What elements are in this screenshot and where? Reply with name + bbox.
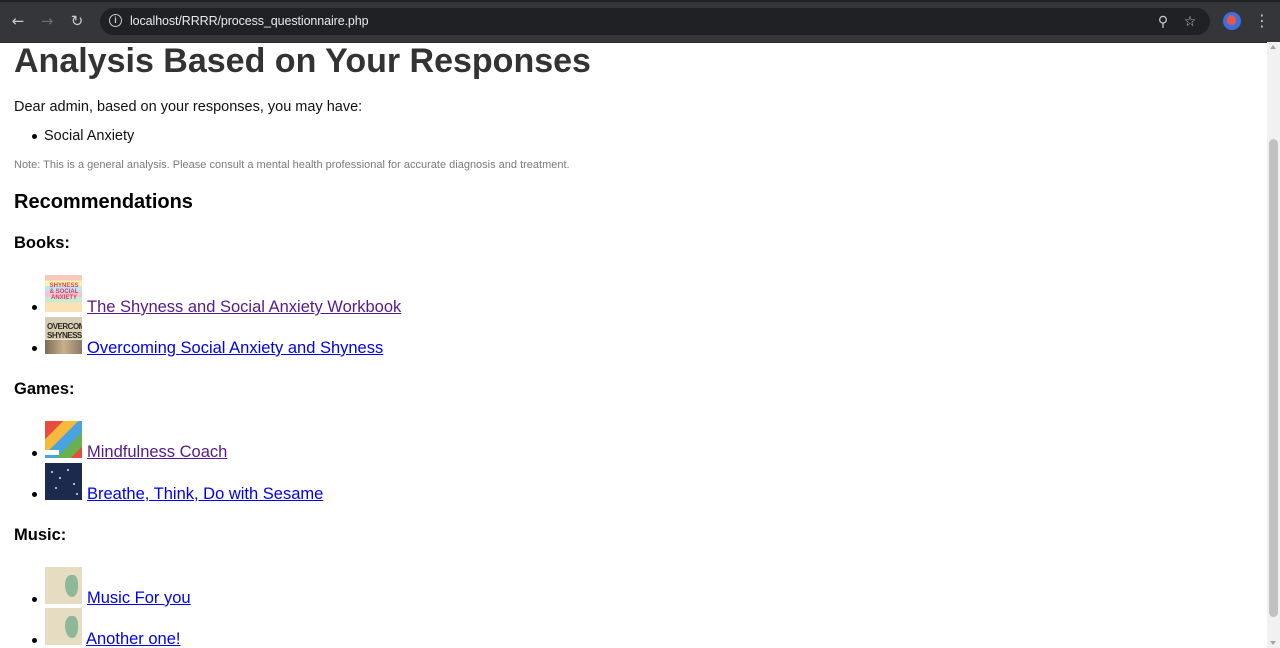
address-bar[interactable]: i localhost/RRRR/process_questionnaire.p… [100,8,1210,35]
book-cover-text: SHYNESS & SOCIAL ANXIETY [49,283,79,301]
scroll-down-arrow-icon[interactable] [1270,641,1276,645]
bullet-icon [32,597,37,602]
book-cover-header: OVERCOMING SHYNESS [45,317,82,340]
books-heading: Books: [14,234,70,252]
page-content: Analysis Based on Your Responses Dear ad… [0,42,1266,648]
game-image-tag [45,450,59,455]
page-title: Analysis Based on Your Responses [14,42,591,80]
forward-arrow-icon[interactable]: → [37,11,57,31]
book-link[interactable]: Overcoming Social Anxiety and Shyness [87,339,383,358]
game-image[interactable] [45,421,82,458]
music-heading: Music: [14,526,67,544]
url-text[interactable]: localhost/RRRR/process_questionnaire.php [130,14,369,28]
bullet-icon [32,492,37,497]
browser-toolbar: ← → ↻ i localhost/RRRR/process_questionn… [0,0,1280,43]
bullet-icon [32,346,37,351]
game-image[interactable] [45,463,82,500]
book-link[interactable]: The Shyness and Social Anxiety Workbook [87,298,401,317]
music-cover-image[interactable] [45,567,82,604]
book-cover-image[interactable]: SHYNESS & SOCIAL ANXIETY [45,275,82,312]
profile-avatar-icon[interactable] [1223,12,1241,30]
game-link[interactable]: Mindfulness Coach [87,443,227,462]
bullet-icon [32,638,37,643]
music-cover-art [65,616,78,638]
bullet-icon [32,305,37,310]
book-cover-text: OVERCOMING SHYNESS [47,322,82,340]
vertical-scrollbar[interactable] [1267,42,1280,648]
browser-menu-icon[interactable]: ⋮ [1254,11,1270,31]
game-link[interactable]: Breathe, Think, Do with Sesame [87,485,323,504]
site-info-icon[interactable]: i [109,14,122,27]
recommendations-heading: Recommendations [14,191,193,213]
book-cover-image[interactable]: OVERCOMING SHYNESS [45,317,82,354]
back-arrow-icon[interactable]: ← [8,11,28,31]
intro-text: Dear admin, based on your responses, you… [14,99,363,115]
disclaimer-note: Note: This is a general analysis. Please… [14,159,570,171]
games-heading: Games: [14,380,75,398]
zoom-icon[interactable]: ⚲ [1153,12,1173,32]
music-cover-image[interactable] [45,608,82,645]
reload-icon[interactable]: ↻ [67,11,87,31]
condition-item: Social Anxiety [44,128,135,144]
book-cover-photo [45,340,82,354]
music-cover-art [65,575,78,597]
bookmark-star-icon[interactable]: ☆ [1180,12,1200,32]
music-link[interactable]: Another one! [86,630,181,648]
scrollbar-thumb[interactable] [1269,139,1278,617]
bullet-icon [32,451,37,456]
tab-strip-edge [0,0,1280,2]
music-link[interactable]: Music For you [87,589,191,608]
scroll-up-arrow-icon[interactable] [1270,45,1276,49]
bullet-icon [32,134,37,139]
